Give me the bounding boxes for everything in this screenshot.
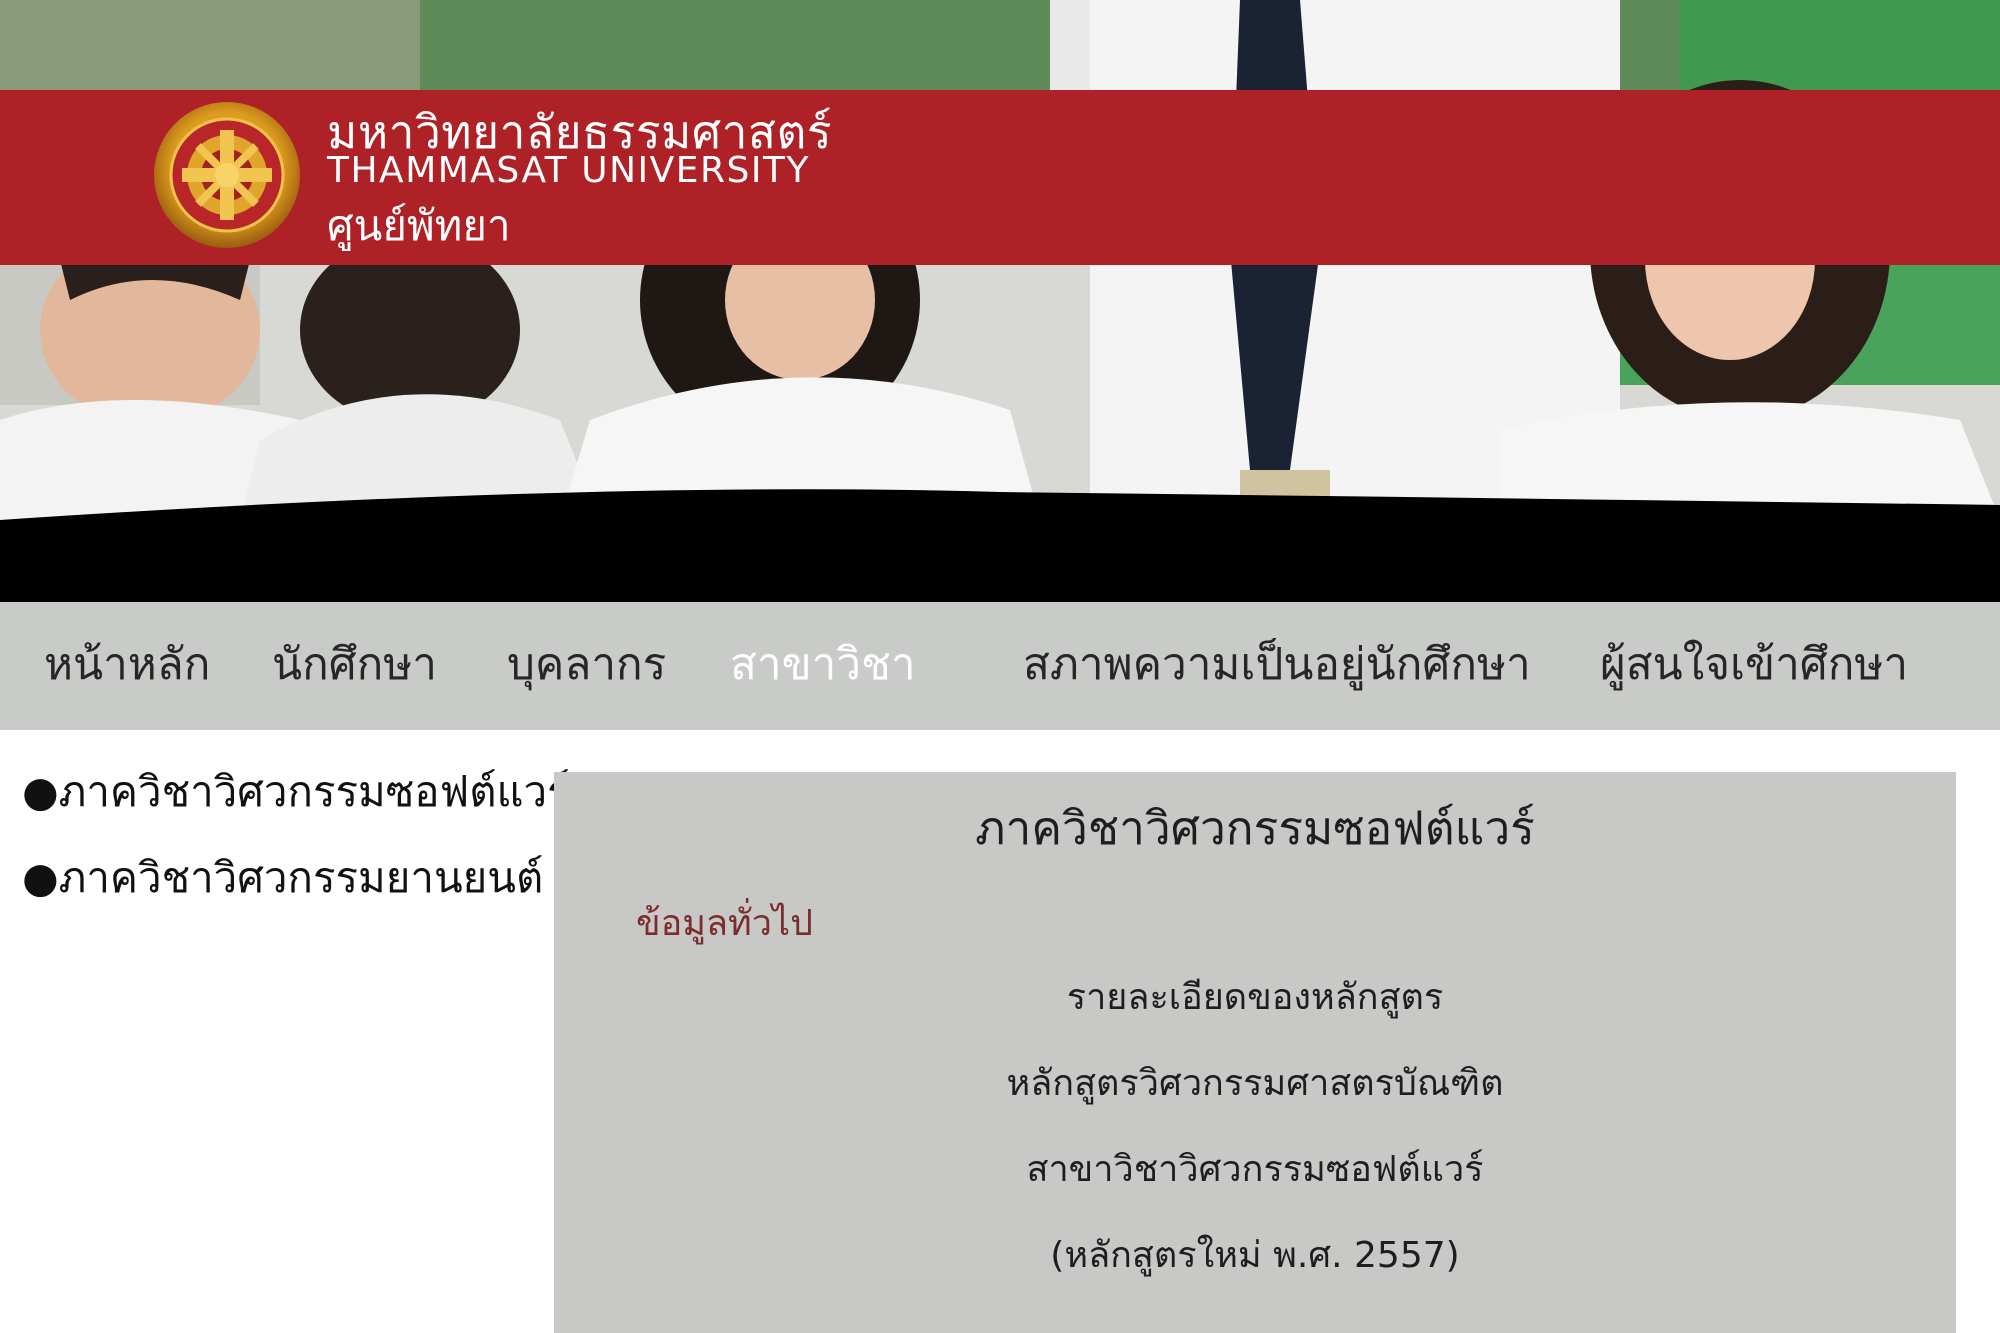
general-info-heading: ข้อมูลทั่วไป — [636, 903, 813, 944]
sidebar-item-automotive-engineering[interactable]: ●ภาควิชาวิศวกรรมยานยนต์ — [22, 850, 543, 906]
nav-item-students[interactable]: นักศึกษา — [272, 636, 437, 694]
nav-item-prospective-students[interactable]: ผู้สนใจเข้าศึกษา — [1600, 636, 1908, 694]
university-name-english: THAMMASAT UNIVERSITY — [327, 150, 810, 191]
nav-item-student-life[interactable]: สภาพความเป็นอยู่นักศึกษา — [1023, 636, 1531, 694]
hero-banner-area: มหาวิทยาลัยธรรมศาสตร์ THAMMASAT UNIVERSI… — [0, 0, 2000, 602]
content-panel: ภาควิชาวิศวกรรมซอฟต์แวร์ ข้อมูลทั่วไป รา… — [554, 772, 1956, 1333]
department-title: ภาควิชาวิศวกรรมซอฟต์แวร์ — [975, 801, 1535, 855]
degree-name-line: หลักสูตรวิศวกรรมศาสตรบัณฑิต — [1006, 1063, 1504, 1104]
nav-item-staff[interactable]: บุคลากร — [507, 636, 666, 694]
curriculum-details-line: รายละเอียดของหลักสูตร — [1066, 977, 1444, 1018]
curriculum-year-line: (หลักสูตรใหม่ พ.ศ. 2557) — [1050, 1235, 1460, 1276]
sidebar-item-software-engineering[interactable]: ●ภาควิชาวิศวกรรมซอฟต์แวร์ — [22, 764, 570, 820]
nav-item-home[interactable]: หน้าหลัก — [44, 636, 210, 694]
university-seal-icon[interactable] — [152, 100, 302, 250]
major-name-line: สาขาวิชาวิศวกรรมซอฟต์แวร์ — [1026, 1149, 1484, 1190]
nav-item-departments[interactable]: สาขาวิชา — [730, 636, 916, 694]
main-navigation: หน้าหลัก นักศึกษา บุคลากร สาขาวิชา สภาพค… — [0, 602, 2000, 730]
campus-name: ศูนย์พัทยา — [327, 201, 511, 250]
